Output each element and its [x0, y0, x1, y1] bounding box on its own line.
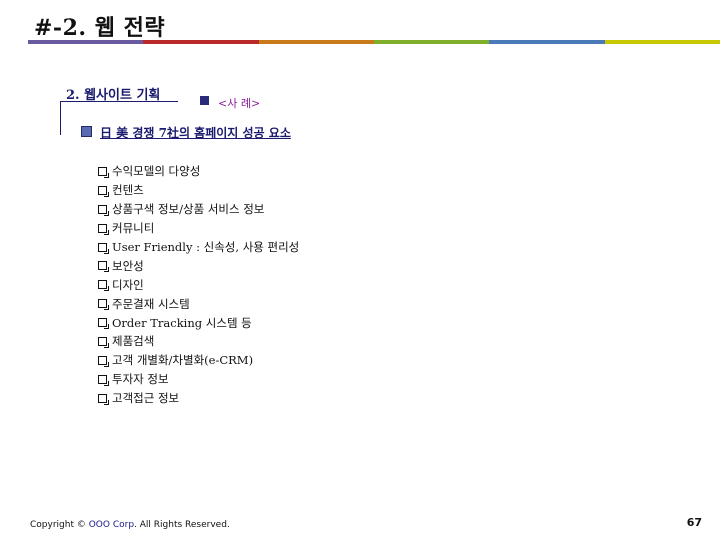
checkbox-bullet-icon — [98, 204, 109, 216]
checkbox-bullet-icon — [98, 299, 109, 311]
section-underline — [60, 101, 178, 102]
list-item-text: 고객 개별화/차별화(e-CRM) — [112, 353, 254, 368]
list-item-text: 디자인 — [112, 277, 144, 292]
rule-segment — [489, 40, 605, 44]
section-connector — [60, 101, 61, 135]
rule-segment — [143, 40, 259, 44]
rule-segment — [258, 40, 374, 44]
list-item: User Friendly : 신속성, 사용 편리성 — [98, 238, 299, 257]
rule-segment — [373, 40, 490, 44]
list-item: 투자자 정보 — [98, 370, 299, 389]
checkbox-bullet-icon — [98, 242, 109, 254]
checkbox-bullet-icon — [98, 318, 109, 330]
list-item-text: 커뮤니티 — [112, 221, 155, 236]
checkbox-bullet-icon — [98, 393, 109, 405]
list-item-text: 투자자 정보 — [112, 372, 169, 387]
checkbox-bullet-icon — [98, 374, 109, 386]
page-number: 67 — [686, 516, 702, 529]
title-rule — [28, 40, 720, 44]
list-item: 보안성 — [98, 256, 299, 275]
checkbox-bullet-icon — [98, 185, 109, 197]
list-item-text: Order Tracking 시스템 등 — [112, 315, 252, 330]
checkbox-bullet-icon — [98, 355, 109, 367]
list-item: Order Tracking 시스템 등 — [98, 313, 299, 332]
list-item: 고객 개별화/차별화(e-CRM) — [98, 351, 299, 370]
footer-brand: OOO Corp — [88, 520, 135, 530]
list-item-text: 수익모델의 다양성 — [112, 164, 201, 179]
checkbox-bullet-icon — [98, 261, 109, 273]
list-item: 수익모델의 다양성 — [98, 162, 299, 181]
list-item: 고객접근 정보 — [98, 389, 299, 408]
list-item-text: 컨텐츠 — [112, 183, 144, 198]
copyright-prefix: Copyright © — [30, 520, 86, 530]
list-item-text: User Friendly : 신속성, 사용 편리성 — [112, 240, 300, 254]
list-item: 제품검색 — [98, 332, 299, 351]
heading-bullet-icon — [81, 126, 92, 137]
list-item-text: 고객접근 정보 — [112, 391, 180, 406]
checkbox-bullet-icon — [98, 223, 109, 235]
content-heading: 日 美 경쟁 7社의 홈페이지 성공 요소 — [100, 126, 291, 140]
list-item: 상품구색 정보/상품 서비스 정보 — [98, 200, 299, 219]
list-item-text: 보안성 — [112, 258, 144, 273]
list-item: 컨텐츠 — [98, 181, 299, 200]
copyright-suffix: . All Rights Reserved. — [134, 520, 230, 530]
example-label: <사 례> — [218, 97, 261, 110]
slide-title: #-2. 웹 전략 — [34, 15, 166, 41]
rule-segment — [28, 40, 144, 44]
checkbox-bullet-icon — [98, 166, 109, 178]
rule-segment — [604, 40, 720, 44]
list-item: 디자인 — [98, 275, 299, 294]
footer-copyright: Copyright © OOO Corp. All Rights Reserve… — [30, 520, 230, 530]
list-item: 커뮤니티 — [98, 219, 299, 238]
success-factor-list: 수익모델의 다양성 컨텐츠 상품구색 정보/상품 서비스 정보 커뮤니티 Use… — [98, 162, 299, 408]
example-marker-icon — [200, 96, 209, 105]
list-item-text: 주문결재 시스템 — [112, 296, 190, 311]
list-item-text: 상품구색 정보/상품 서비스 정보 — [112, 202, 265, 217]
list-item-text: 제품검색 — [112, 334, 155, 349]
checkbox-bullet-icon — [98, 336, 109, 348]
checkbox-bullet-icon — [98, 280, 109, 292]
list-item: 주문결재 시스템 — [98, 294, 299, 313]
